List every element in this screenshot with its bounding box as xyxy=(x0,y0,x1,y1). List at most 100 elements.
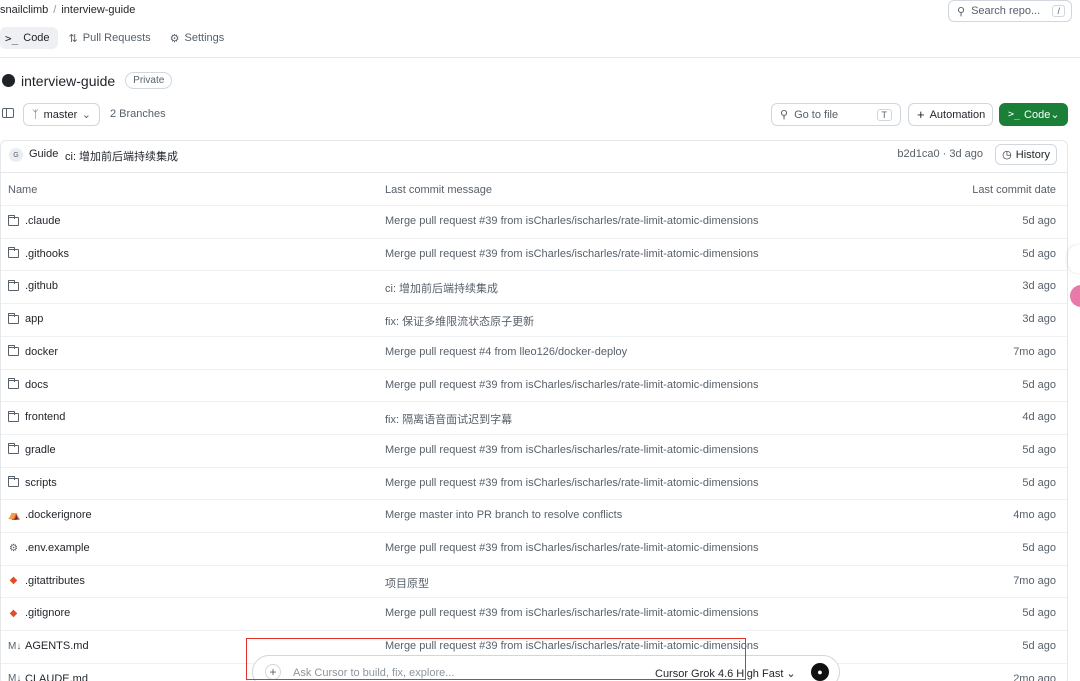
table-row[interactable]: docker Merge pull request #4 from lleo126… xyxy=(1,335,1067,369)
file-name[interactable]: .githooks xyxy=(25,248,69,260)
tab-code[interactable]: >_ Code xyxy=(0,27,58,49)
commit-date-cell: 5d ago xyxy=(1022,476,1056,489)
file-name-cell: scripts xyxy=(8,476,57,489)
top-bar: snailclimb / interview-guide ⚲ Search repo… xyxy=(0,0,1080,58)
file-name-cell: M↓ AGENTS.md xyxy=(8,640,89,652)
table-row[interactable]: .githooks Merge pull request #39 from isC… xyxy=(1,237,1067,271)
file-name-cell: frontend xyxy=(8,410,65,423)
code-button[interactable]: >_ Code ⌄ xyxy=(999,103,1068,126)
file-browser: G Guide ci: 增加前后端持续集成 b2d1ca0 · 3d ago ◷… xyxy=(0,140,1068,681)
repo-name[interactable]: interview-guide xyxy=(21,73,115,89)
branches-link[interactable]: 2 Branches xyxy=(110,108,166,120)
commit-message-cell[interactable]: Merge pull request #4 from lleo126/docke… xyxy=(385,346,627,358)
file-name[interactable]: .claude xyxy=(25,215,60,227)
gear-icon: ⚙ xyxy=(169,32,180,45)
commit-date-cell: 5d ago xyxy=(1022,542,1056,554)
branch-selector[interactable]: ᛉ master ⌄ xyxy=(23,103,100,126)
file-name[interactable]: app xyxy=(25,313,43,325)
file-name[interactable]: CLAUDE.md xyxy=(25,673,88,681)
commit-author[interactable]: Guide xyxy=(29,148,58,160)
breadcrumb-repo[interactable]: interview-guide xyxy=(61,4,135,16)
plus-icon: + xyxy=(917,107,925,122)
file-name[interactable]: .github xyxy=(25,280,58,292)
commit-message-cell[interactable]: fix: 隔离语音面试迟到字幕 xyxy=(385,411,512,427)
file-name[interactable]: scripts xyxy=(25,477,57,489)
commit-message-cell[interactable]: 项目原型 xyxy=(385,575,429,591)
go-to-file-placeholder: Go to file xyxy=(794,108,839,121)
visibility-badge: Private xyxy=(125,72,173,89)
side-avatar[interactable] xyxy=(1070,285,1080,307)
table-row[interactable]: gradle Merge pull request #39 from isChar… xyxy=(1,433,1067,467)
commit-date-cell: 7mo ago xyxy=(1013,345,1056,358)
file-name-cell: M↓ CLAUDE.md xyxy=(8,673,88,681)
repo-header: interview-guide Private xyxy=(2,72,173,89)
commit-message-cell[interactable]: Merge pull request #39 from isCharles/is… xyxy=(385,379,759,391)
commit-meta[interactable]: b2d1ca0 · 3d ago xyxy=(897,148,983,160)
terminal-icon: >_ xyxy=(1008,109,1021,120)
table-row[interactable]: ◆ .gitignore Merge pull request #39 from i… xyxy=(1,597,1067,630)
table-row[interactable]: frontend fix: 隔离语音面试迟到字幕 4d ago xyxy=(1,401,1067,434)
commit-message-cell[interactable]: Merge pull request #39 from isCharles/is… xyxy=(385,542,759,554)
folder-icon xyxy=(8,476,19,488)
file-name[interactable]: .env.example xyxy=(25,542,90,554)
docker-icon: ⛺ xyxy=(8,509,21,521)
go-to-file-shortcut: T xyxy=(876,108,892,121)
commit-message-cell[interactable]: Merge pull request #39 from isCharles/is… xyxy=(385,215,759,227)
table-row[interactable]: scripts Merge pull request #39 from isCha… xyxy=(1,466,1067,500)
folder-icon xyxy=(8,378,19,389)
repo-tabs: >_ Code ⇅ Pull Requests ⚙ Settings xyxy=(0,27,232,49)
file-name[interactable]: .dockerignore xyxy=(25,509,92,521)
tab-pull-requests[interactable]: ⇅ Pull Requests xyxy=(64,27,159,49)
microphone-icon[interactable]: ● xyxy=(811,663,829,681)
commit-message-cell[interactable]: Merge pull request #39 from isCharles/is… xyxy=(385,607,759,619)
file-name-cell: .githooks xyxy=(8,247,69,260)
folder-icon xyxy=(8,279,19,291)
table-row[interactable]: ◆ .gitattributes 项目原型 7mo ago xyxy=(1,564,1067,598)
commit-date-cell: 3d ago xyxy=(1022,280,1056,293)
file-name[interactable]: docs xyxy=(25,379,48,391)
tab-settings-label: Settings xyxy=(184,32,225,44)
file-name[interactable]: frontend xyxy=(25,411,65,423)
table-row[interactable]: .claude Merge pull request #39 from isCha… xyxy=(1,205,1067,238)
commit-message-cell[interactable]: Merge pull request #39 from isCharles/is… xyxy=(385,248,759,260)
commit-message-cell[interactable]: Merge master into PR branch to resolve c… xyxy=(385,509,622,521)
sidebar-toggle-icon[interactable] xyxy=(2,108,14,118)
repo-toolbar: ᛉ master ⌄ 2 Branches ⚲ Go to file T + A… xyxy=(0,103,1080,127)
file-name-cell: docker xyxy=(8,345,58,358)
commit-date-cell: 5d ago xyxy=(1022,247,1056,260)
commit-message[interactable]: ci: 增加前后端持续集成 xyxy=(65,148,178,164)
file-name[interactable]: gradle xyxy=(25,444,56,456)
table-row[interactable]: app fix: 保证多维限流状态原子更新 3d ago xyxy=(1,303,1067,336)
folder-icon xyxy=(8,312,19,324)
highlight-box xyxy=(246,638,746,680)
search-shortcut: / xyxy=(1052,5,1065,17)
table-row[interactable]: ⚙ .env.example Merge pull request #39 from… xyxy=(1,532,1067,565)
history-icon: ◷ xyxy=(1002,149,1012,161)
file-name[interactable]: .gitignore xyxy=(25,607,70,619)
table-row[interactable]: .github ci: 增加前后端持续集成 3d ago xyxy=(1,270,1067,303)
search-input[interactable]: ⚲ Search repo... / xyxy=(948,0,1072,22)
commit-message-cell[interactable]: Merge pull request #39 from isCharles/is… xyxy=(385,444,759,456)
side-widget[interactable] xyxy=(1068,245,1080,273)
last-commit-bar: G Guide ci: 增加前后端持续集成 b2d1ca0 · 3d ago ◷… xyxy=(1,141,1067,173)
folder-icon xyxy=(8,345,19,357)
file-name[interactable]: docker xyxy=(25,346,58,358)
commit-message-cell[interactable]: fix: 保证多维限流状态原子更新 xyxy=(385,313,534,329)
file-name[interactable]: AGENTS.md xyxy=(25,640,89,652)
tab-settings[interactable]: ⚙ Settings xyxy=(165,27,233,49)
breadcrumb-owner[interactable]: snailclimb xyxy=(0,4,48,16)
file-name[interactable]: .gitattributes xyxy=(25,575,85,587)
table-row[interactable]: docs Merge pull request #39 from isCharle… xyxy=(1,368,1067,402)
commit-message-cell[interactable]: Merge pull request #39 from isCharles/is… xyxy=(385,477,759,489)
column-header-name: Name xyxy=(8,184,38,196)
commit-message-cell[interactable]: ci: 增加前后端持续集成 xyxy=(385,280,498,296)
github-icon xyxy=(2,74,15,87)
table-row[interactable]: ⛺ .dockerignore Merge master into PR branc… xyxy=(1,499,1067,532)
history-button[interactable]: ◷ History xyxy=(995,144,1057,165)
file-name-cell: docs xyxy=(8,378,48,391)
commit-date-cell: 3d ago xyxy=(1022,313,1056,326)
file-name-cell: .claude xyxy=(8,214,60,227)
automation-button[interactable]: + Automation xyxy=(908,103,993,126)
search-icon: ⚲ xyxy=(957,5,966,18)
go-to-file-input[interactable]: ⚲ Go to file T xyxy=(771,103,901,126)
